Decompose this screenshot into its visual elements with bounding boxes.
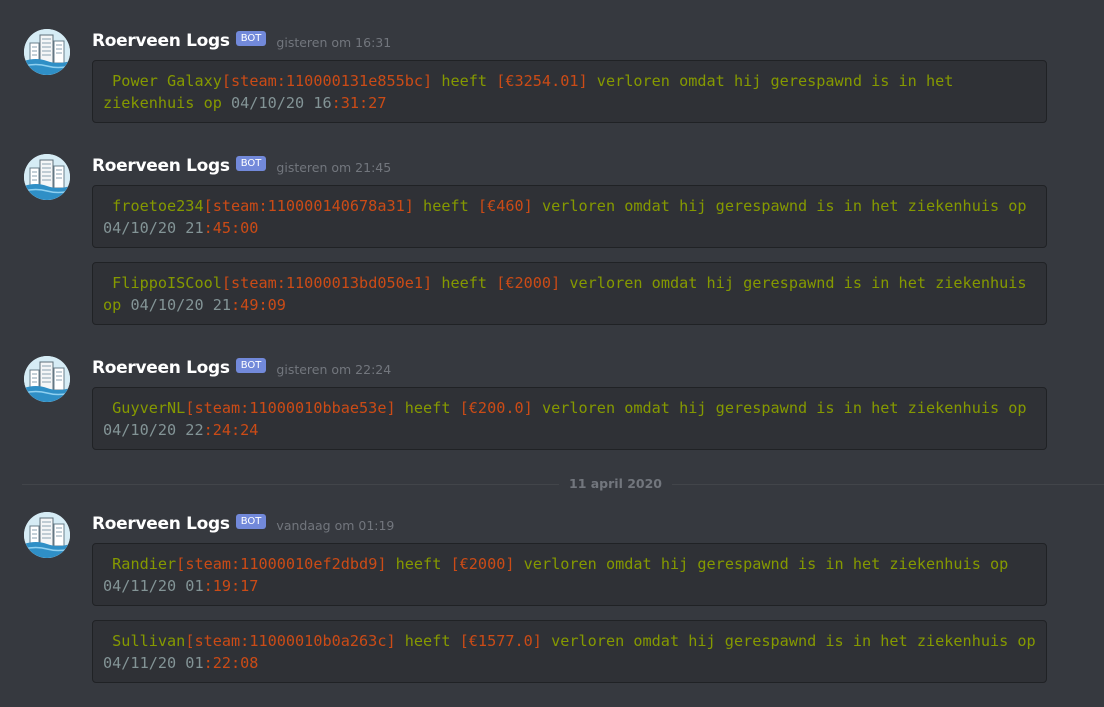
log-hour: 21 (212, 296, 232, 314)
steam-id: [steam:11000010b0a263c] (185, 632, 396, 650)
log-hour: 21 (185, 219, 204, 237)
date-divider-label: 11 april 2020 (559, 476, 673, 492)
amount: [€1577.0] (459, 632, 542, 650)
author-name[interactable]: Roerveen Logs (92, 358, 230, 378)
chat-messages: Roerveen Logs BOT gisteren om 16:31 Powe… (0, 0, 1104, 707)
steam-id: [steam:11000010ef2dbd9] (176, 555, 387, 573)
avatar-buildings-icon (24, 154, 70, 200)
log-text: verloren omdat hij gerespawnd is in het … (514, 555, 1018, 573)
log-codeblock: froetoe234[steam:110000140678a31] heeft … (92, 185, 1047, 248)
player-name: GuyverNL (103, 399, 186, 417)
avatar[interactable] (24, 29, 70, 75)
log-hour: 01 (185, 577, 204, 595)
log-time: :49:09 (231, 296, 286, 314)
amount: [€460] (477, 197, 533, 215)
bot-badge: BOT (235, 155, 267, 171)
avatar-buildings-icon (24, 356, 70, 402)
log-text: verloren omdat hij gerespawnd is in het … (532, 399, 1036, 417)
author-name[interactable]: Roerveen Logs (92, 31, 230, 51)
avatar[interactable] (24, 356, 70, 402)
bot-badge: BOT (235, 357, 267, 373)
log-hour: 16 (313, 94, 332, 112)
amount: [€2000] (496, 274, 561, 292)
message-timestamp: gisteren om 16:31 (276, 34, 392, 50)
steam-id: [steam:110000140678a31] (203, 197, 414, 215)
author-name[interactable]: Roerveen Logs (92, 514, 230, 534)
amount: [€2000] (450, 555, 515, 573)
log-date: 04/10/20 (103, 421, 186, 439)
avatar-buildings-icon (24, 29, 70, 75)
log-text: heeft (395, 399, 460, 417)
steam-id: [steam:11000013bd050e1] (221, 274, 433, 292)
log-time: :31:27 (331, 94, 387, 112)
bot-badge: BOT (235, 30, 267, 46)
message-header: Roerveen Logs BOT gisteren om 22:24 (92, 357, 391, 379)
log-time: :45:00 (203, 219, 259, 237)
log-text: heeft (413, 197, 478, 215)
amount: [€3254.01] (496, 72, 588, 90)
log-date: 04/11/20 (103, 654, 186, 672)
player-name: froetoe234 (103, 197, 204, 215)
log-hour: 01 (185, 654, 204, 672)
log-text: heeft (386, 555, 451, 573)
log-text: verloren omdat hij gerespawnd is in het … (532, 197, 1036, 215)
log-codeblock: FlippoISCool[steam:11000013bd050e1] heef… (92, 262, 1047, 325)
amount: [€200.0] (459, 399, 533, 417)
player-name: FlippoISCool (103, 274, 222, 292)
author-name[interactable]: Roerveen Logs (92, 156, 230, 176)
log-text: heeft (432, 274, 497, 292)
message-header: Roerveen Logs BOT gisteren om 21:45 (92, 155, 391, 177)
bot-badge: BOT (235, 513, 267, 529)
log-codeblock: Sullivan[steam:11000010b0a263c] heeft [€… (92, 620, 1047, 683)
log-text: verloren omdat hij gerespawnd is in het … (541, 632, 1045, 650)
log-time: :22:08 (203, 654, 259, 672)
log-codeblock: Randier[steam:11000010ef2dbd9] heeft [€2… (92, 543, 1047, 606)
log-codeblock: GuyverNL[steam:11000010bbae53e] heeft [€… (92, 387, 1047, 450)
avatar-buildings-icon (24, 512, 70, 558)
player-name: Randier (103, 555, 177, 573)
message-timestamp: gisteren om 21:45 (276, 159, 392, 175)
log-text: heeft (432, 72, 497, 90)
log-date: 04/10/20 (231, 94, 314, 112)
player-name: Power Galaxy (103, 72, 222, 90)
log-time: :19:17 (203, 577, 259, 595)
message-header: Roerveen Logs BOT gisteren om 16:31 (92, 30, 391, 52)
log-text: heeft (395, 632, 460, 650)
avatar[interactable] (24, 154, 70, 200)
message-timestamp: vandaag om 01:19 (276, 517, 395, 533)
message-timestamp: gisteren om 22:24 (276, 361, 392, 377)
log-date: 04/10/20 (130, 296, 213, 314)
log-date: 04/11/20 (103, 577, 186, 595)
log-time: :24:24 (203, 421, 259, 439)
message-header: Roerveen Logs BOT vandaag om 01:19 (92, 513, 394, 535)
log-codeblock: Power Galaxy[steam:110000131e855bc] heef… (92, 60, 1047, 123)
player-name: Sullivan (103, 632, 186, 650)
log-hour: 22 (185, 421, 204, 439)
steam-id: [steam:110000131e855bc] (221, 72, 433, 90)
steam-id: [steam:11000010bbae53e] (185, 399, 396, 417)
avatar[interactable] (24, 512, 70, 558)
log-date: 04/10/20 (103, 219, 186, 237)
